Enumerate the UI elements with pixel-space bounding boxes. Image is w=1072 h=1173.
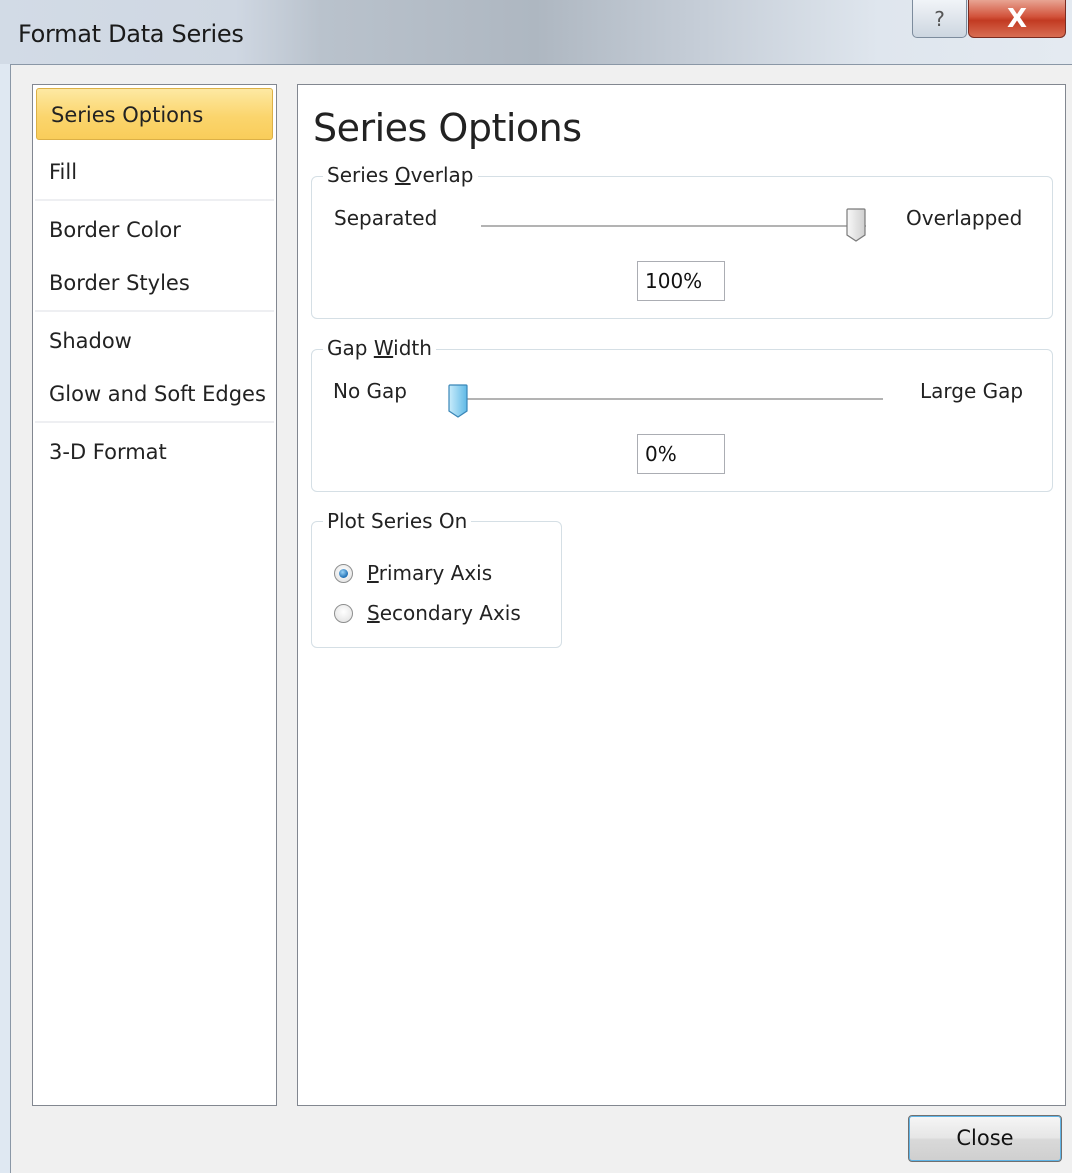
nav-item-fill[interactable]: Fill	[35, 146, 274, 198]
overlap-value-input[interactable]: 100%	[637, 261, 725, 301]
title-bar: Format Data Series ? X	[0, 0, 1072, 64]
gap-max-label: Large Gap	[920, 379, 1024, 403]
gap-slider-thumb[interactable]	[448, 384, 468, 418]
nav-separator	[35, 310, 274, 312]
help-button[interactable]: ?	[912, 0, 967, 38]
nav-separator	[35, 199, 274, 201]
close-icon: X	[1006, 3, 1028, 34]
help-icon: ?	[934, 6, 945, 31]
close-button[interactable]: Close	[908, 1115, 1062, 1162]
window-title: Format Data Series	[18, 20, 244, 48]
overlap-min-label: Separated	[334, 206, 438, 230]
nav-item-glow-soft-edges[interactable]: Glow and Soft Edges	[35, 368, 274, 420]
nav-item-shadow[interactable]: Shadow	[35, 315, 274, 367]
page-title: Series Options	[313, 106, 582, 150]
series-overlap-legend: Series Overlap	[323, 163, 478, 187]
nav-item-3d-format[interactable]: 3-D Format	[35, 426, 274, 478]
plot-series-on-legend: Plot Series On	[323, 509, 472, 533]
nav-item-label: 3-D Format	[49, 440, 167, 464]
nav-item-label: Border Styles	[49, 271, 190, 295]
gap-width-legend: Gap Width	[323, 336, 436, 360]
nav-item-border-styles[interactable]: Border Styles	[35, 257, 274, 309]
primary-axis-radio[interactable]	[334, 563, 353, 583]
overlap-slider-thumb[interactable]	[846, 208, 866, 242]
secondary-axis-label: Secondary Axis	[367, 601, 521, 625]
gap-min-label: No Gap	[333, 379, 408, 403]
nav-item-label: Series Options	[51, 103, 204, 127]
primary-axis-label: Primary Axis	[367, 561, 493, 585]
gap-value-input[interactable]: 0%	[637, 434, 725, 474]
nav-item-label: Shadow	[49, 329, 132, 353]
category-list: Series Options Fill Border Color Border …	[32, 84, 277, 1106]
nav-item-border-color[interactable]: Border Color	[35, 204, 274, 256]
primary-axis-option[interactable]: Primary Axis	[334, 561, 492, 585]
secondary-axis-radio[interactable]	[334, 603, 353, 623]
nav-item-label: Fill	[49, 160, 78, 184]
window-close-button[interactable]: X	[968, 0, 1066, 38]
nav-item-label: Glow and Soft Edges	[49, 382, 266, 406]
gap-slider-track[interactable]	[450, 398, 883, 401]
overlap-max-label: Overlapped	[906, 206, 1023, 230]
nav-separator	[35, 421, 274, 423]
secondary-axis-option[interactable]: Secondary Axis	[334, 601, 521, 625]
overlap-slider-track[interactable]	[481, 225, 866, 228]
nav-item-label: Border Color	[49, 218, 181, 242]
nav-item-series-options[interactable]: Series Options	[36, 88, 273, 140]
